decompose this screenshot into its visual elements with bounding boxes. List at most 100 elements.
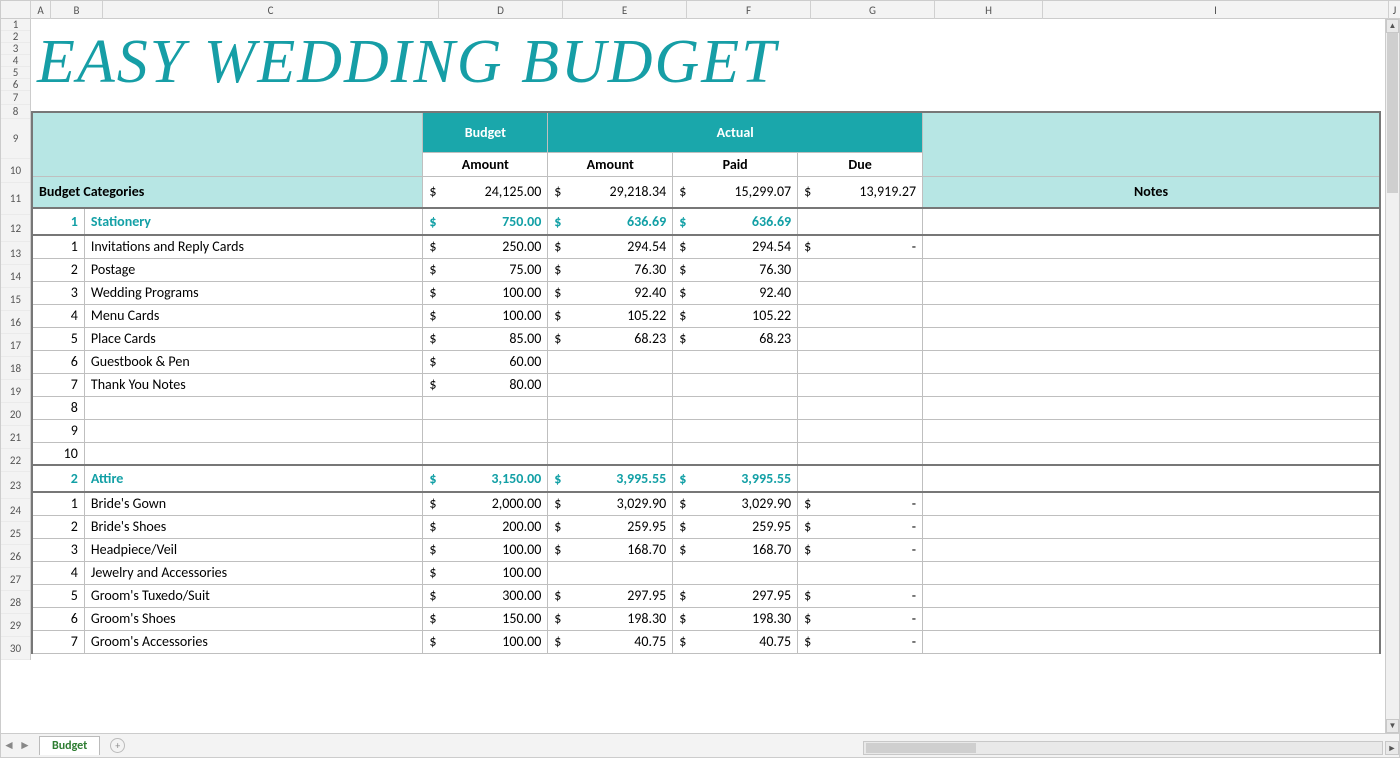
column-header-I[interactable]: I [1043,1,1389,19]
item-name[interactable]: Postage [84,258,423,281]
item-notes[interactable] [923,235,1380,258]
item-actual[interactable]: $259.95 [548,515,673,538]
item-notes[interactable] [923,630,1380,653]
item-name[interactable]: Groom's Accessories [84,630,423,653]
item-notes[interactable] [923,492,1380,515]
item-due[interactable]: $- [798,584,923,607]
column-header-G[interactable]: G [811,1,935,19]
row-header-16[interactable]: 16 [1,311,30,334]
item-name[interactable]: Groom's Shoes [84,607,423,630]
section-due[interactable] [798,208,923,235]
item-actual[interactable] [548,396,673,419]
v-scroll-track[interactable] [1386,33,1399,719]
item-paid[interactable]: $105.22 [673,304,798,327]
section-paid[interactable]: $3,995.55 [673,465,798,492]
item-due[interactable] [798,419,923,442]
item-name[interactable] [84,442,423,465]
row-header-23[interactable]: 23 [1,472,30,499]
item-notes[interactable] [923,327,1380,350]
column-header-D[interactable]: D [439,1,563,19]
item-name[interactable]: Thank You Notes [84,373,423,396]
row-header-26[interactable]: 26 [1,545,30,568]
item-actual[interactable]: $3,029.90 [548,492,673,515]
row-header-29[interactable]: 29 [1,614,30,637]
row-header-24[interactable]: 24 [1,499,30,522]
item-actual[interactable]: $294.54 [548,235,673,258]
budget-table[interactable]: Budget Actual Amount Amount Paid Due Bud… [31,111,1381,654]
add-sheet-icon[interactable]: + [110,738,125,753]
item-budget[interactable]: $60.00 [423,350,548,373]
item-due[interactable]: $- [798,538,923,561]
item-budget[interactable]: $200.00 [423,515,548,538]
item-budget[interactable]: $2,000.00 [423,492,548,515]
column-header-J[interactable]: J [1389,1,1400,19]
row-header-17[interactable]: 17 [1,334,30,357]
column-header-H[interactable]: H [935,1,1043,19]
item-actual[interactable] [548,350,673,373]
item-notes[interactable] [923,373,1380,396]
row-header-19[interactable]: 19 [1,380,30,403]
item-budget[interactable] [423,442,548,465]
item-actual[interactable] [548,373,673,396]
tab-nav-prev-icon[interactable]: ◄ [1,738,17,753]
item-budget[interactable]: $150.00 [423,607,548,630]
item-notes[interactable] [923,258,1380,281]
row-header-18[interactable]: 18 [1,357,30,380]
row-header-15[interactable]: 15 [1,288,30,311]
row-header-14[interactable]: 14 [1,265,30,288]
row-header-10[interactable]: 10 [1,159,30,183]
item-paid[interactable]: $168.70 [673,538,798,561]
item-name[interactable] [84,396,423,419]
item-notes[interactable] [923,396,1380,419]
section-name[interactable]: Stationery [84,208,423,235]
item-due[interactable]: $- [798,630,923,653]
item-paid[interactable]: $3,029.90 [673,492,798,515]
item-paid[interactable]: $40.75 [673,630,798,653]
item-actual[interactable] [548,561,673,584]
item-name[interactable]: Bride's Shoes [84,515,423,538]
item-actual[interactable]: $76.30 [548,258,673,281]
item-budget[interactable] [423,396,548,419]
h-scroll-thumb[interactable] [866,743,976,753]
item-budget[interactable]: $100.00 [423,304,548,327]
item-notes[interactable] [923,442,1380,465]
scroll-up-icon[interactable]: ▲ [1386,19,1399,33]
section-budget[interactable]: $3,150.00 [423,465,548,492]
row-header-27[interactable]: 27 [1,568,30,591]
vertical-scrollbar[interactable]: ▲ ▼ [1385,19,1399,733]
item-actual[interactable]: $40.75 [548,630,673,653]
item-paid[interactable] [673,350,798,373]
item-notes[interactable] [923,419,1380,442]
item-due[interactable] [798,327,923,350]
item-actual[interactable]: $105.22 [548,304,673,327]
section-notes[interactable] [923,465,1380,492]
item-name[interactable]: Invitations and Reply Cards [84,235,423,258]
item-budget[interactable]: $85.00 [423,327,548,350]
total-due[interactable]: $13,919.27 [798,176,923,208]
item-name[interactable] [84,419,423,442]
row-header-13[interactable]: 13 [1,242,30,265]
item-paid[interactable]: $68.23 [673,327,798,350]
tab-nav-next-icon[interactable]: ► [17,738,33,753]
item-paid[interactable]: $259.95 [673,515,798,538]
scroll-right-icon[interactable]: ► [1385,741,1399,755]
column-header-A[interactable]: A [31,1,51,19]
item-budget[interactable]: $300.00 [423,584,548,607]
column-header-corner[interactable] [1,1,31,19]
item-notes[interactable] [923,281,1380,304]
item-name[interactable]: Guestbook & Pen [84,350,423,373]
item-budget[interactable]: $250.00 [423,235,548,258]
row-header-30[interactable]: 30 [1,637,30,660]
item-paid[interactable] [673,442,798,465]
item-paid[interactable]: $297.95 [673,584,798,607]
row-header-20[interactable]: 20 [1,403,30,426]
section-name[interactable]: Attire [84,465,423,492]
item-due[interactable] [798,350,923,373]
item-budget[interactable] [423,419,548,442]
item-due[interactable] [798,258,923,281]
section-notes[interactable] [923,208,1380,235]
column-header-E[interactable]: E [563,1,687,19]
section-budget[interactable]: $750.00 [423,208,548,235]
section-actual[interactable]: $3,995.55 [548,465,673,492]
item-actual[interactable]: $198.30 [548,607,673,630]
